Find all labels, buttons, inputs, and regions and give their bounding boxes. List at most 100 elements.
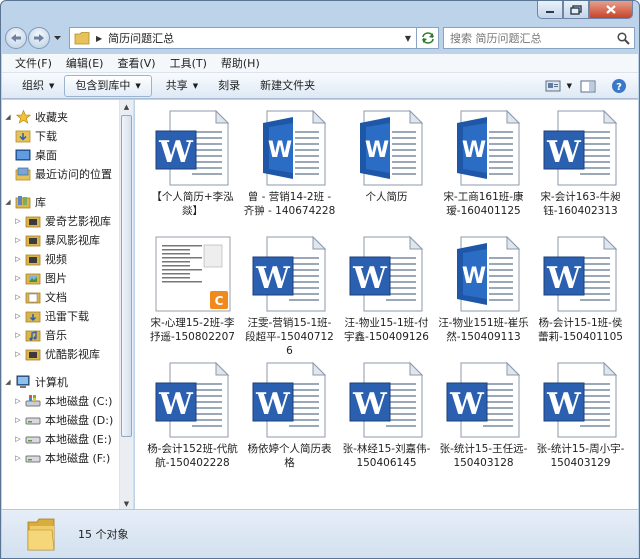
minimize-button[interactable]	[537, 1, 563, 19]
forward-button[interactable]	[28, 27, 50, 49]
close-button[interactable]	[589, 1, 633, 19]
file-item[interactable]: W 张-统计15-周小宇-150403129	[532, 361, 629, 487]
search-box[interactable]	[443, 27, 635, 49]
file-name[interactable]: 宋-心理15-2班-李抒遥-150802207	[147, 316, 239, 344]
file-item[interactable]: W 宋-工商161班-康瑷-160401125	[435, 109, 532, 235]
word-document-icon[interactable]: W	[443, 235, 525, 313]
nav-item-recent[interactable]: 最近访问的位置	[2, 164, 120, 183]
file-name[interactable]: 杨-会计15-1班-侯蕾莉-150401105	[535, 316, 627, 344]
file-item[interactable]: W 汪雯-营销15-1班-段超平-150407126	[241, 235, 338, 361]
file-item[interactable]: W 杨-会计15-1班-侯蕾莉-150401105	[532, 235, 629, 361]
nav-item-iqiyi[interactable]: ▷ 爱奇艺影视库	[2, 211, 120, 230]
expand-icon[interactable]: ◢	[2, 198, 14, 206]
refresh-button[interactable]	[417, 27, 439, 49]
scroll-thumb[interactable]	[121, 115, 132, 437]
expand-icon[interactable]: ◢	[2, 113, 14, 121]
file-name[interactable]: 汪-物业15-1班-付宇鑫-150409126	[341, 316, 433, 344]
search-input[interactable]	[450, 31, 612, 45]
file-item[interactable]: W 杨依婷个人简历表格	[241, 361, 338, 487]
address-bar[interactable]: ▶ 简历问题汇总 ▼	[69, 27, 417, 49]
change-view-button[interactable]: ▼	[541, 75, 576, 97]
file-name[interactable]: 曾 - 营销14-2班 - 齐翀 - 140674228	[244, 190, 336, 218]
word-document-icon[interactable]: W	[346, 361, 428, 439]
file-name[interactable]: 【个人简历+李泓燚】	[147, 190, 239, 218]
expand-icon[interactable]: ▷	[12, 236, 24, 244]
word-document-icon[interactable]: W	[249, 235, 331, 313]
word-document-icon[interactable]: W	[540, 109, 622, 187]
expand-icon[interactable]: ▷	[12, 312, 24, 320]
nav-favorites[interactable]: ◢ 收藏夹	[2, 107, 120, 126]
menu-help[interactable]: 帮助(H)	[214, 54, 267, 73]
file-name[interactable]: 汪-物业151班-崔乐然-150409113	[438, 316, 530, 344]
file-name[interactable]: 杨-会计152班-代航航-150402228	[147, 442, 239, 470]
expand-icon[interactable]: ▷	[12, 435, 24, 443]
file-item[interactable]: W 宋-会计163-牛昶钰-160402313	[532, 109, 629, 235]
file-name[interactable]: 宋-工商161班-康瑷-160401125	[438, 190, 530, 218]
new-folder-button[interactable]: 新建文件夹	[250, 75, 325, 97]
expand-icon[interactable]: ▷	[12, 331, 24, 339]
expand-icon[interactable]: ◢	[2, 378, 14, 386]
help-button[interactable]: ?	[608, 75, 630, 97]
file-item[interactable]: W 【个人简历+李泓燚】	[144, 109, 241, 235]
maximize-button[interactable]	[563, 1, 589, 19]
expand-icon[interactable]: ▷	[12, 255, 24, 263]
search-icon[interactable]	[612, 31, 634, 45]
recent-pages-dropdown[interactable]	[51, 27, 63, 49]
word-document-icon[interactable]: W	[540, 235, 622, 313]
menu-tools[interactable]: 工具(T)	[163, 54, 214, 73]
expand-icon[interactable]: ▷	[12, 350, 24, 358]
file-item[interactable]: W 个人简历	[338, 109, 435, 235]
menu-view[interactable]: 查看(V)	[110, 54, 162, 73]
include-in-library-button[interactable]: 包含到库中 ▼	[64, 74, 152, 97]
file-item[interactable]: W 张-统计15-王任远-150403128	[435, 361, 532, 487]
expand-icon[interactable]: ▷	[12, 293, 24, 301]
nav-computer[interactable]: ◢ 计算机	[2, 372, 120, 391]
word-document-icon[interactable]: W	[152, 109, 234, 187]
address-dropdown-icon[interactable]: ▼	[400, 34, 416, 43]
nav-libraries[interactable]: ◢ 库	[2, 192, 120, 211]
word-document-icon[interactable]: W	[346, 109, 428, 187]
file-name[interactable]: 张-统计15-王任远-150403128	[438, 442, 530, 470]
nav-item-pictures[interactable]: ▷ 图片	[2, 268, 120, 287]
expand-icon[interactable]: ▷	[12, 416, 24, 424]
nav-item-documents[interactable]: ▷ 文档	[2, 287, 120, 306]
scroll-up-icon[interactable]: ▲	[120, 100, 133, 114]
back-button[interactable]	[5, 27, 27, 49]
nav-drive-d[interactable]: ▷ 本地磁盘 (D:)	[2, 410, 120, 429]
file-name[interactable]: 杨依婷个人简历表格	[244, 442, 336, 470]
expand-icon[interactable]: ▷	[12, 274, 24, 282]
file-item[interactable]: W 汪-物业15-1班-付宇鑫-150409126	[338, 235, 435, 361]
file-item[interactable]: C 宋-心理15-2班-李抒遥-150802207	[144, 235, 241, 361]
expand-icon[interactable]: ▷	[12, 397, 24, 405]
expand-icon[interactable]: ▷	[12, 217, 24, 225]
nav-item-music[interactable]: ▷ 音乐	[2, 325, 120, 344]
file-item[interactable]: W 汪-物业151班-崔乐然-150409113	[435, 235, 532, 361]
menu-edit[interactable]: 编辑(E)	[59, 54, 111, 73]
nav-item-baofeng[interactable]: ▷ 暴风影视库	[2, 230, 120, 249]
nav-scrollbar[interactable]: ▲ ▼	[119, 100, 133, 511]
file-name[interactable]: 张-林经15-刘嘉伟-150406145	[341, 442, 433, 470]
file-name[interactable]: 汪雯-营销15-1班-段超平-150407126	[244, 316, 336, 358]
preview-pane-button[interactable]	[576, 75, 600, 97]
word-document-icon[interactable]: W	[249, 109, 331, 187]
nav-item-xunlei[interactable]: ▷ 迅雷下载	[2, 306, 120, 325]
file-name[interactable]: 个人简历	[341, 190, 433, 204]
word-document-icon[interactable]: W	[346, 235, 428, 313]
word-document-icon[interactable]: W	[152, 361, 234, 439]
document-preview-icon[interactable]: C	[152, 235, 234, 313]
nav-item-desktop[interactable]: 桌面	[2, 145, 120, 164]
file-item[interactable]: W 杨-会计152班-代航航-150402228	[144, 361, 241, 487]
organize-button[interactable]: 组织 ▼	[12, 75, 64, 97]
share-button[interactable]: 共享 ▼	[156, 75, 208, 97]
word-document-icon[interactable]: W	[540, 361, 622, 439]
nav-item-youku[interactable]: ▷ 优酷影视库	[2, 344, 120, 363]
word-document-icon[interactable]: W	[443, 109, 525, 187]
file-name[interactable]: 宋-会计163-牛昶钰-160402313	[535, 190, 627, 218]
nav-item-downloads[interactable]: 下载	[2, 126, 120, 145]
file-item[interactable]: W 张-林经15-刘嘉伟-150406145	[338, 361, 435, 487]
expand-icon[interactable]: ▷	[12, 454, 24, 462]
nav-drive-f[interactable]: ▷ 本地磁盘 (F:)	[2, 448, 120, 467]
word-document-icon[interactable]: W	[443, 361, 525, 439]
breadcrumb-separator[interactable]: ▶	[96, 34, 102, 43]
nav-item-videos[interactable]: ▷ 视频	[2, 249, 120, 268]
